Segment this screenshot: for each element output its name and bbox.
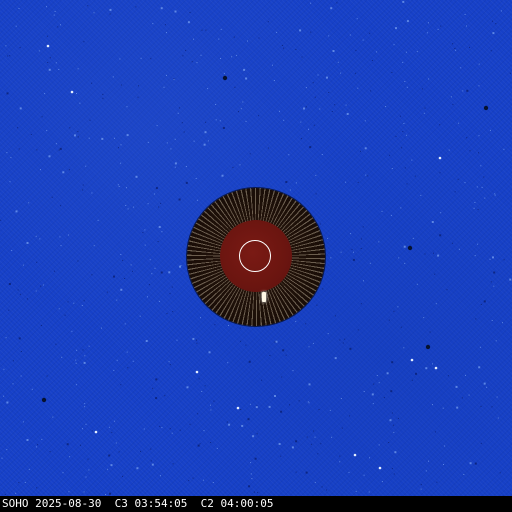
sun-disk-outline — [239, 240, 271, 272]
coronagraph-image: SOHO 2025-08-30 C3 03:54:05 C2 04:00:05 — [0, 0, 512, 512]
occulter-pylon-glint — [262, 292, 266, 302]
image-caption: SOHO 2025-08-30 C3 03:54:05 C2 04:00:05 — [2, 497, 274, 510]
